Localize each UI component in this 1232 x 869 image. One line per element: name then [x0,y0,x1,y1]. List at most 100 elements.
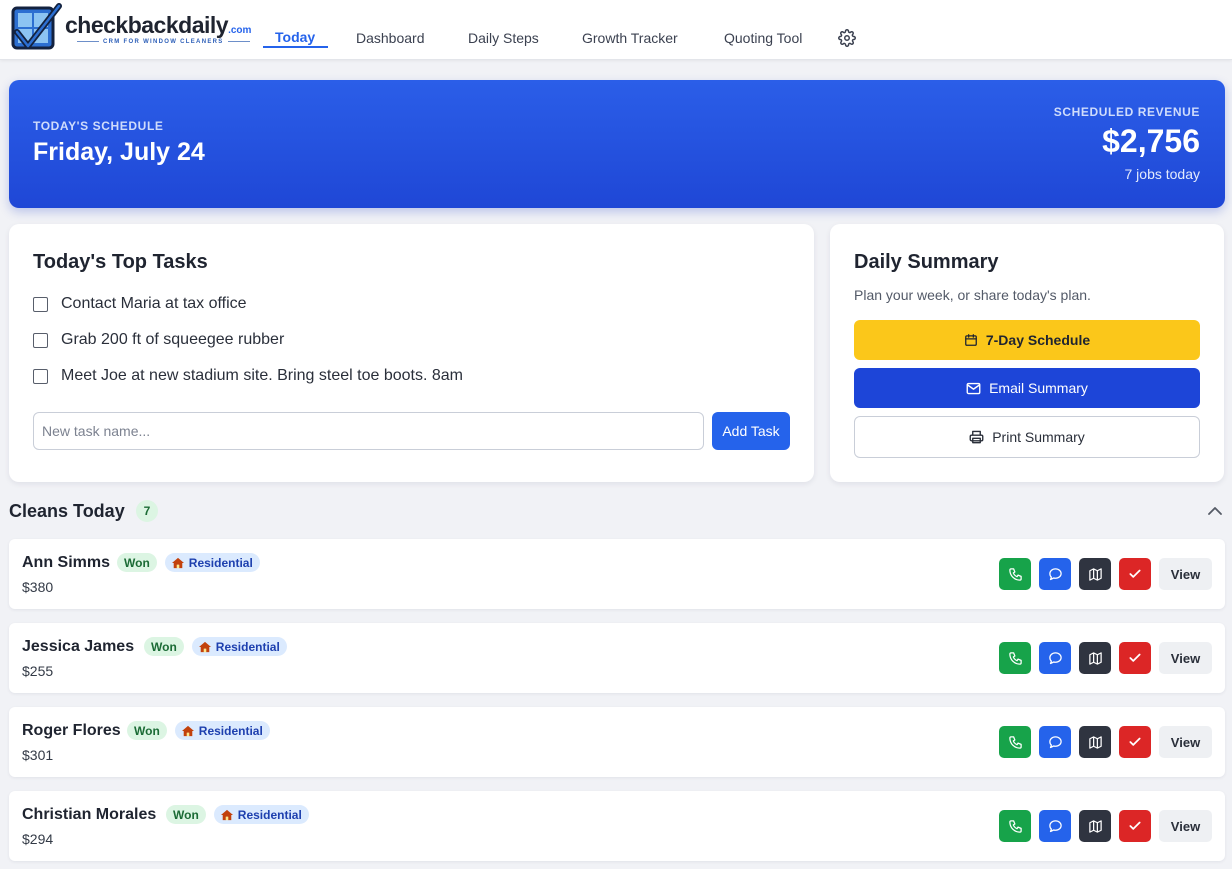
nav-active-underline [263,46,328,48]
job-price: $380 [22,579,54,595]
job-actions: View [991,642,1212,674]
add-task-button[interactable]: Add Task [712,412,790,450]
complete-button[interactable] [1119,642,1151,674]
type-badge: Residential [174,721,270,740]
phone-icon [1008,819,1022,833]
task-item: Contact Maria at tax office [33,294,247,314]
map-button[interactable] [1079,810,1111,842]
task-text: Grab 200 ft of squeegee rubber [61,331,285,348]
schedule-hero-banner: TODAY'S SCHEDULE Friday, July 24 SCHEDUL… [9,80,1225,208]
job-badges: Won Residential [127,721,270,740]
map-button[interactable] [1079,726,1111,758]
status-badge: Won [144,637,184,656]
daily-summary-card: Daily Summary Plan your week, or share t… [830,224,1224,482]
task-checkbox[interactable] [33,332,48,348]
call-button[interactable] [999,726,1031,758]
message-button[interactable] [1039,642,1071,674]
chat-icon [1048,651,1062,664]
client-name: Roger Flores [22,722,121,739]
phone-icon [1008,735,1022,749]
chevron-up-icon[interactable] [1207,505,1223,517]
message-button[interactable] [1039,558,1071,590]
status-badge: Won [166,805,206,824]
tasks-title: Today's Top Tasks [33,251,208,273]
check-icon [1129,737,1141,746]
client-name: Jessica James [22,638,135,655]
nav-daily-steps[interactable]: Daily Steps [468,30,539,46]
gear-icon[interactable] [838,29,856,47]
task-text: Contact Maria at tax office [61,295,247,312]
job-price: $301 [22,747,54,763]
nav-dashboard[interactable]: Dashboard [356,30,425,46]
call-button[interactable] [999,558,1031,590]
map-icon [1088,651,1102,665]
complete-button[interactable] [1119,726,1151,758]
job-badges: Won Residential [117,553,260,572]
call-button[interactable] [999,642,1031,674]
job-row[interactable]: Ann Simms Won Residential $380 View [9,539,1225,609]
mail-icon [966,382,981,394]
view-button[interactable]: View [1159,558,1212,590]
task-checkbox[interactable] [33,296,48,312]
type-label: Residential [215,639,280,654]
complete-button[interactable] [1119,558,1151,590]
jobs-count: 7 jobs today [1124,166,1201,182]
new-task-input[interactable] [33,412,704,450]
job-badges: Won Residential [166,805,309,824]
brand-tagline: CRM FOR WINDOW CLEANERS [73,39,254,45]
job-row[interactable]: Roger Flores Won Residential $301 View [9,707,1225,777]
seven-day-schedule-button[interactable]: 7-Day Schedule [854,320,1200,360]
print-summary-label: Print Summary [992,429,1085,445]
status-badge: Won [117,553,157,572]
job-row[interactable]: Jessica James Won Residential $255 View [9,623,1225,693]
seven-day-schedule-label: 7-Day Schedule [985,332,1091,348]
chat-icon [1048,567,1062,580]
job-actions: View [991,726,1212,758]
task-checkbox[interactable] [33,368,48,384]
chat-icon [1048,819,1062,832]
brand-name: checkbackdaily.com [65,12,252,38]
house-icon [171,557,184,568]
map-icon [1088,819,1102,833]
summary-title: Daily Summary [854,251,999,273]
job-actions: View [991,810,1212,842]
map-icon [1088,567,1102,581]
nav-growth-tracker[interactable]: Growth Tracker [582,30,678,46]
type-badge: Residential [191,637,287,656]
summary-subtitle: Plan your week, or share today's plan. [854,287,1091,303]
house-icon [181,725,194,736]
top-tasks-card: Today's Top Tasks Contact Maria at tax o… [9,224,814,482]
check-icon [1129,569,1141,578]
call-button[interactable] [999,810,1031,842]
task-item: Grab 200 ft of squeegee rubber [33,330,284,350]
brand-logo[interactable]: checkbackdaily.com CRM FOR WINDOW CLEANE… [11,2,251,54]
print-summary-button[interactable]: Print Summary [854,416,1200,458]
job-price: $294 [22,831,54,847]
view-button[interactable]: View [1159,726,1212,758]
cleans-today-title: Cleans Today [9,501,125,521]
schedule-date: Friday, July 24 [33,138,205,166]
message-button[interactable] [1039,726,1071,758]
check-icon [1129,653,1141,662]
view-button[interactable]: View [1159,810,1212,842]
logo-checkmark-icon [11,3,62,50]
view-button[interactable]: View [1159,642,1212,674]
task-item: Meet Joe at new stadium site. Bring stee… [33,366,463,386]
message-button[interactable] [1039,810,1071,842]
type-label: Residential [188,555,253,570]
house-icon [198,641,211,652]
job-row[interactable]: Christian Morales Won Residential $294 V… [9,791,1225,861]
type-badge: Residential [213,805,309,824]
top-navigation: checkbackdaily.com CRM FOR WINDOW CLEANE… [0,0,1232,60]
house-icon [220,809,233,820]
map-button[interactable] [1079,558,1111,590]
job-badges: Won Residential [144,637,287,656]
complete-button[interactable] [1119,810,1151,842]
job-actions: View [991,558,1212,590]
map-button[interactable] [1079,642,1111,674]
nav-quoting-tool[interactable]: Quoting Tool [724,30,802,46]
email-summary-label: Email Summary [989,380,1088,396]
email-summary-button[interactable]: Email Summary [854,368,1200,408]
nav-today[interactable]: Today [275,29,315,45]
revenue-label: SCHEDULED REVENUE [1053,105,1200,119]
